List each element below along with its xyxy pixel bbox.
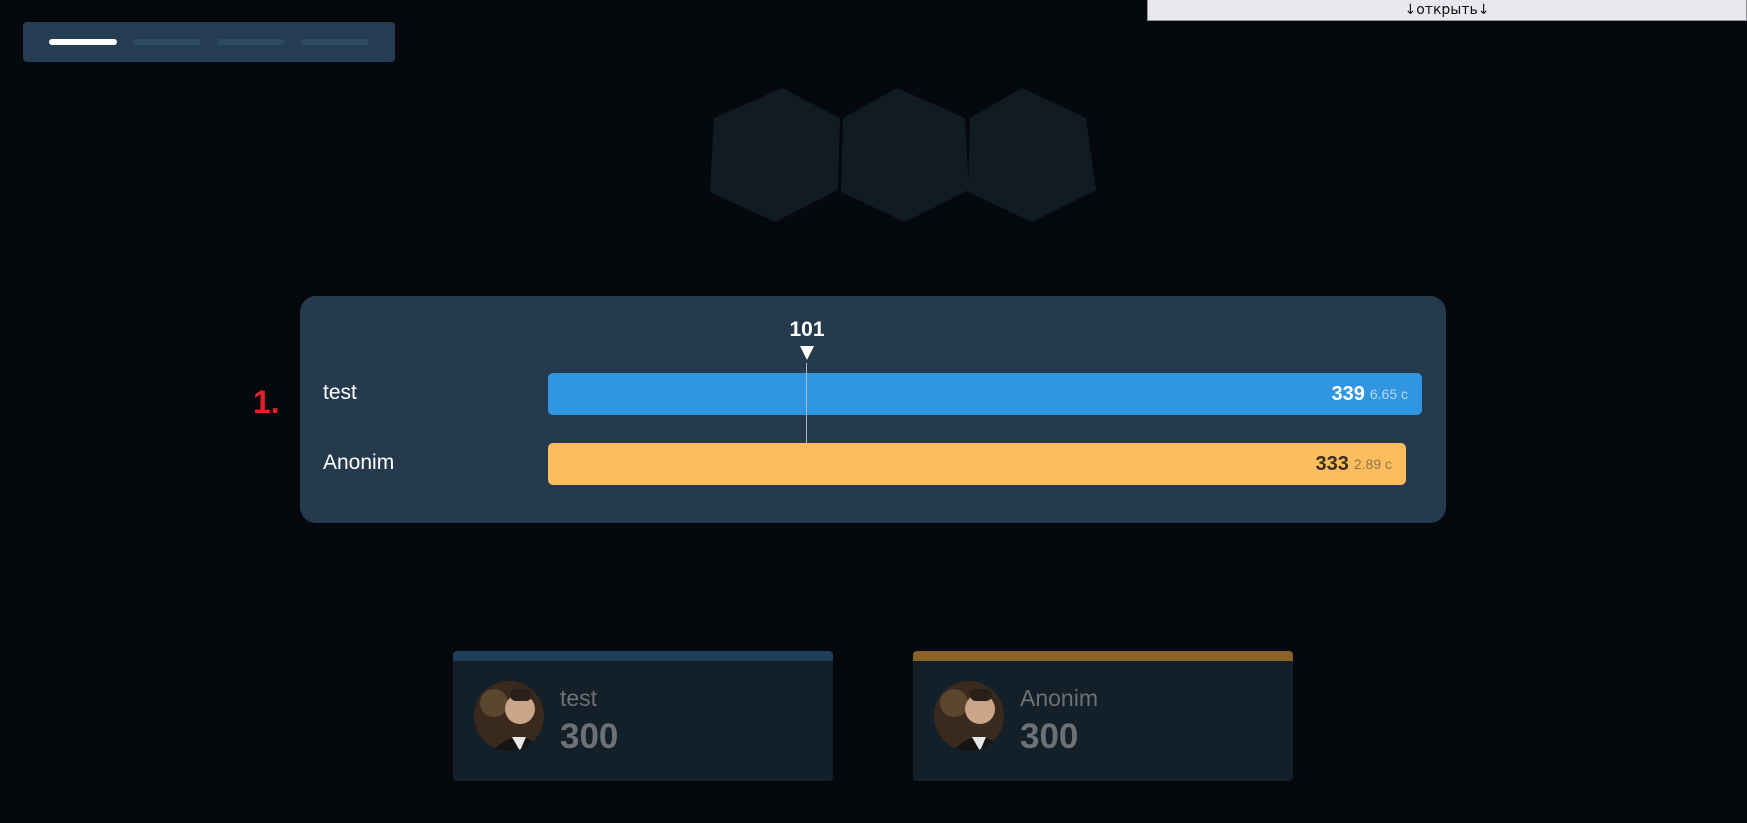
score-bar-test: 339 6.65 с (548, 373, 1422, 415)
bar-time: 6.65 с (1369, 386, 1408, 402)
open-toggle-button[interactable]: ↓открыть↓ (1147, 0, 1747, 21)
player-name: Anonim (1020, 685, 1098, 711)
marker-line (806, 363, 807, 443)
step-progress (23, 22, 395, 62)
player-card: test 300 (453, 651, 833, 781)
hexagon-icon (968, 88, 1096, 222)
step-3-indicator (217, 39, 285, 45)
rank-number: 1. (253, 384, 280, 420)
avatar-icon (474, 681, 544, 751)
bar-time: 2.89 с (1353, 456, 1392, 472)
step-2-indicator (133, 39, 201, 45)
avatar-icon (934, 681, 1004, 751)
hexagon-icon (841, 88, 969, 222)
hexagon-icon (710, 88, 840, 222)
leaderboard-row-name: test (323, 381, 357, 404)
player-name: test (560, 685, 598, 711)
player-score: 300 (1020, 717, 1079, 756)
bar-score: 333 (1315, 452, 1349, 475)
score-bar-anonim: 333 2.89 с (548, 443, 1406, 485)
bar-score: 339 (1331, 382, 1365, 405)
marker-value: 101 (789, 318, 825, 341)
step-4-indicator (301, 39, 369, 45)
step-1-indicator (49, 39, 117, 45)
card-accent-bar (453, 651, 833, 661)
player-card: Anonim 300 (913, 651, 1293, 781)
down-arrow-icon (800, 346, 814, 360)
hexagon-decoration (710, 88, 1100, 222)
player-score: 300 (560, 717, 619, 756)
card-accent-bar (913, 651, 1293, 661)
leaderboard-row-name: Anonim (323, 451, 395, 474)
